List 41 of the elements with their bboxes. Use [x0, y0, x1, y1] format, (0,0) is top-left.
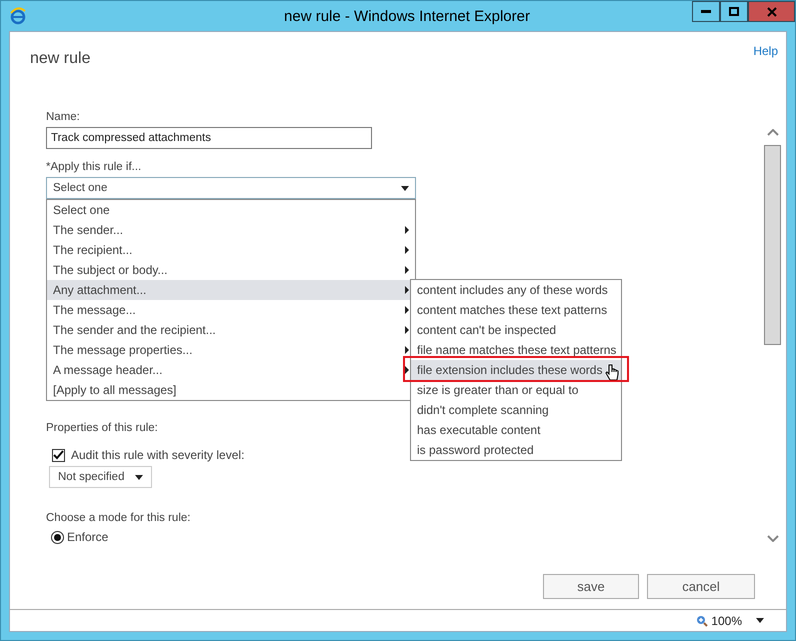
help-link[interactable]: Help	[753, 44, 778, 58]
scroll-up-icon[interactable]	[767, 129, 779, 136]
submenu-arrow-icon	[405, 226, 409, 234]
submenu-arrow-icon	[405, 266, 409, 274]
minimize-button[interactable]	[692, 1, 720, 22]
maximize-icon	[729, 7, 739, 16]
hand-cursor-icon	[605, 364, 619, 382]
maximize-button[interactable]	[720, 1, 748, 22]
field-label: *Apply this rule if...	[46, 161, 142, 173]
close-button[interactable]	[748, 1, 795, 22]
close-icon	[766, 6, 776, 16]
dialog-button[interactable]: save	[543, 574, 639, 598]
minimize-icon	[701, 10, 711, 13]
radio-label: Enforce	[67, 530, 108, 544]
submenu-arrow-icon	[405, 326, 409, 334]
browser-logo-icon	[9, 7, 27, 25]
submenu-arrow-icon	[405, 346, 409, 354]
checkbox-label: Audit this rule with severity level:	[71, 448, 244, 462]
submenu-option[interactable]: file extension includes these words	[411, 360, 621, 380]
submenu-arrow-icon	[405, 366, 409, 374]
scroll-down-icon[interactable]	[767, 535, 779, 542]
field-label: Name:	[46, 111, 80, 123]
caret-icon	[401, 186, 409, 190]
name-field[interactable]: Track compressed attachments	[46, 127, 372, 149]
caret-icon	[135, 474, 143, 480]
zoom-icon	[696, 614, 708, 626]
window-title: new rule - Windows Internet Explorer	[284, 8, 530, 24]
audit-checkbox[interactable]	[52, 448, 65, 462]
submenu-arrow-icon	[405, 286, 409, 294]
dialog-button[interactable]: cancel	[647, 574, 755, 598]
submenu-arrow-icon	[405, 246, 409, 254]
section-label: Properties of this rule:	[46, 422, 158, 434]
zoom-level[interactable]: 100%	[711, 614, 742, 628]
mode-radio[interactable]	[51, 530, 64, 544]
zoom-caret-icon	[756, 618, 764, 623]
submenu-arrow-icon	[405, 306, 409, 314]
section-label: Choose a mode for this rule:	[46, 512, 190, 524]
page-heading: new rule	[30, 50, 92, 68]
condition-select[interactable]: Select one	[46, 177, 416, 199]
scrollbar-thumb[interactable]	[764, 145, 781, 345]
severity-select[interactable]: Not specified	[49, 466, 152, 488]
